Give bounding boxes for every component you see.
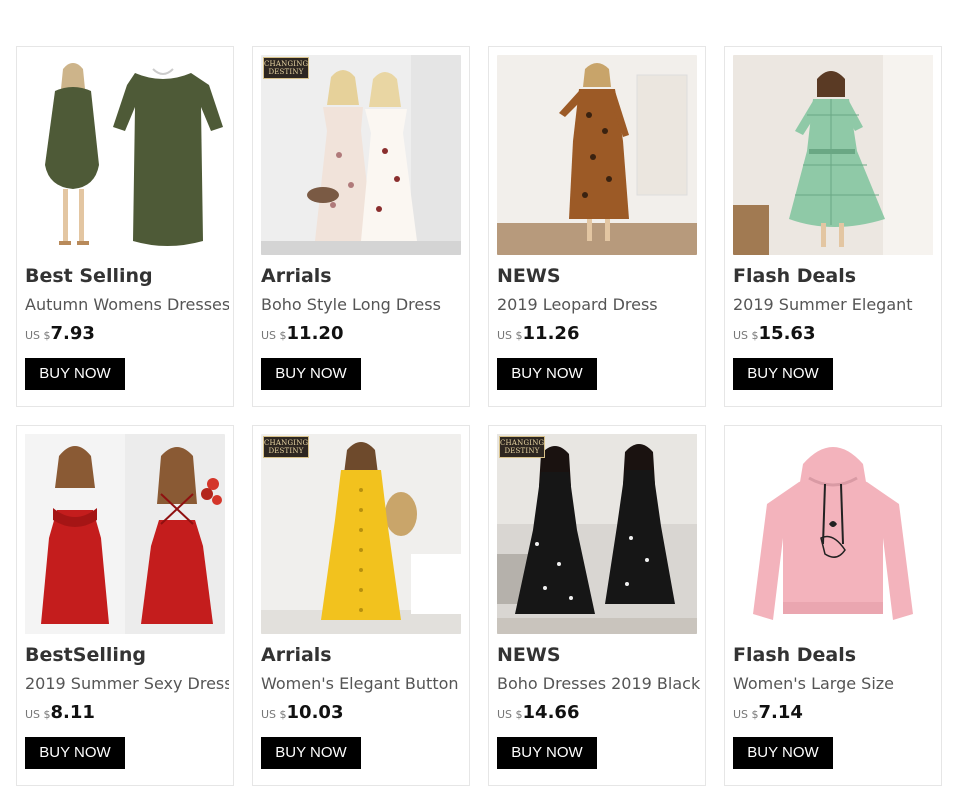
product-title[interactable]: Women's Large Size — [733, 674, 937, 693]
plaid-dress-photo — [733, 55, 933, 255]
product-price: US $11.26 — [497, 323, 579, 344]
product-title[interactable]: 2019 Summer Elegant — [733, 295, 937, 314]
price-amount: 7.93 — [50, 323, 95, 344]
price-currency: US $ — [497, 708, 523, 721]
product-price: US $14.66 — [497, 702, 579, 723]
price-currency: US $ — [733, 329, 759, 342]
price-amount: 10.03 — [286, 702, 344, 723]
product-price: US $10.03 — [261, 702, 343, 723]
boho-dress-photo — [261, 55, 461, 255]
product-image[interactable] — [733, 434, 933, 634]
product-title[interactable]: Boho Style Long Dress — [261, 295, 465, 314]
product-image[interactable]: CHANGING DESTINY — [261, 434, 461, 634]
product-card: Flash Deals 2019 Summer Elegant US $15.6… — [724, 46, 942, 407]
product-image[interactable]: CHANGING DESTINY — [261, 55, 461, 255]
product-image[interactable] — [497, 55, 697, 255]
price-amount: 8.11 — [50, 702, 95, 723]
price-amount: 15.63 — [758, 323, 816, 344]
price-amount: 14.66 — [522, 702, 580, 723]
buy-now-button[interactable]: BUY NOW — [25, 737, 125, 769]
product-card: CHANGING DESTINY NEWS Boho Dresses 2019 … — [488, 425, 706, 786]
product-title[interactable]: Autumn Womens Dresses — [25, 295, 229, 314]
product-image[interactable] — [25, 55, 225, 255]
product-price: US $11.20 — [261, 323, 343, 344]
watermark-logo: CHANGING DESTINY — [263, 436, 309, 458]
buy-now-button[interactable]: BUY NOW — [261, 737, 361, 769]
red-dress-photo — [25, 434, 225, 634]
product-price: US $7.14 — [733, 702, 803, 723]
price-currency: US $ — [733, 708, 759, 721]
product-category: Arrials — [261, 644, 332, 666]
product-category: NEWS — [497, 644, 561, 666]
product-image[interactable]: CHANGING DESTINY — [497, 434, 697, 634]
product-price: US $7.93 — [25, 323, 95, 344]
leopard-dress-photo — [497, 55, 697, 255]
product-price: US $15.63 — [733, 323, 815, 344]
product-card: Best Selling Autumn Womens Dresses US $7… — [16, 46, 234, 407]
price-currency: US $ — [25, 708, 51, 721]
olive-dress-photo — [25, 55, 225, 255]
product-card: CHANGING DESTINY Arrials Women's Elegant… — [252, 425, 470, 786]
buy-now-button[interactable]: BUY NOW — [733, 737, 833, 769]
price-amount: 7.14 — [758, 702, 803, 723]
product-category: Best Selling — [25, 265, 153, 287]
price-currency: US $ — [497, 329, 523, 342]
price-currency: US $ — [261, 708, 287, 721]
buy-now-button[interactable]: BUY NOW — [497, 358, 597, 390]
product-category: NEWS — [497, 265, 561, 287]
product-category: Arrials — [261, 265, 332, 287]
pink-hoodie-photo — [733, 434, 933, 634]
product-category: Flash Deals — [733, 265, 857, 287]
product-title[interactable]: 2019 Leopard Dress — [497, 295, 701, 314]
product-title[interactable]: 2019 Summer Sexy Dress — [25, 674, 229, 693]
product-title[interactable]: Women's Elegant Button — [261, 674, 465, 693]
product-image[interactable] — [25, 434, 225, 634]
buy-now-button[interactable]: BUY NOW — [25, 358, 125, 390]
product-card: CHANGING DESTINY Arrials Boho Style Long… — [252, 46, 470, 407]
buy-now-button[interactable]: BUY NOW — [497, 737, 597, 769]
product-card: Flash Deals Women's Large Size US $7.14 … — [724, 425, 942, 786]
product-category: BestSelling — [25, 644, 146, 666]
product-grid: Best Selling Autumn Womens Dresses US $7… — [16, 46, 942, 786]
buy-now-button[interactable]: BUY NOW — [733, 358, 833, 390]
product-image[interactable] — [733, 55, 933, 255]
product-card: NEWS 2019 Leopard Dress US $11.26 BUY NO… — [488, 46, 706, 407]
price-currency: US $ — [261, 329, 287, 342]
price-amount: 11.20 — [286, 323, 344, 344]
black-floral-dress-photo — [497, 434, 697, 634]
product-price: US $8.11 — [25, 702, 95, 723]
buy-now-button[interactable]: BUY NOW — [261, 358, 361, 390]
watermark-logo: CHANGING DESTINY — [499, 436, 545, 458]
product-category: Flash Deals — [733, 644, 857, 666]
price-amount: 11.26 — [522, 323, 580, 344]
price-currency: US $ — [25, 329, 51, 342]
yellow-dress-photo — [261, 434, 461, 634]
product-title[interactable]: Boho Dresses 2019 Black — [497, 674, 701, 693]
watermark-logo: CHANGING DESTINY — [263, 57, 309, 79]
product-card: BestSelling 2019 Summer Sexy Dress US $8… — [16, 425, 234, 786]
